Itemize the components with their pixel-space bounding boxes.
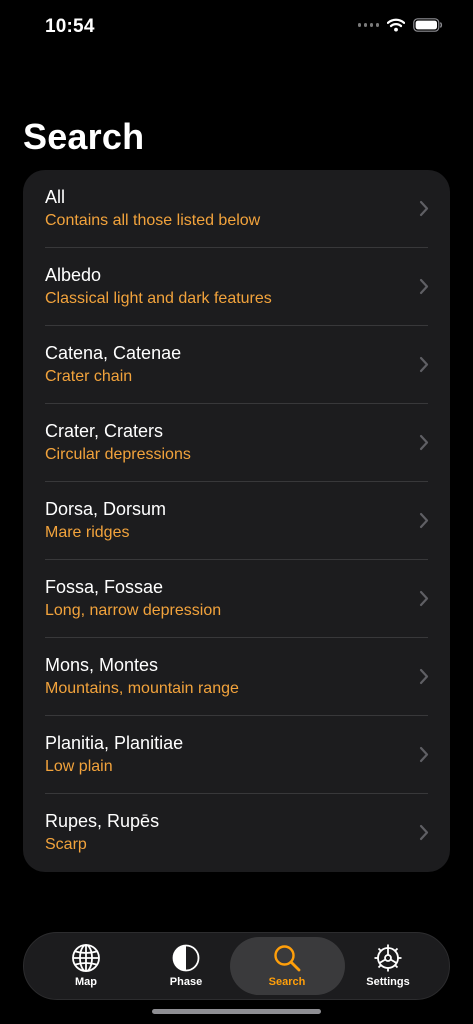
globe-icon — [72, 944, 100, 972]
tab-label: Search — [268, 976, 306, 988]
item-title: All — [45, 187, 66, 207]
list-item-mons[interactable]: Mons, Montes Mountains, mountain range — [23, 638, 450, 716]
item-title: Fossa, Fossae — [45, 577, 164, 597]
tab-map[interactable]: Map — [36, 933, 136, 999]
item-title: Rupes, Rupēs — [45, 811, 160, 831]
item-subtitle: Circular depressions — [45, 446, 191, 463]
list-item-all[interactable]: All Contains all those listed below — [23, 170, 450, 248]
tab-phase[interactable]: Phase — [136, 933, 236, 999]
chevron-right-icon — [419, 200, 429, 217]
home-indicator — [152, 1009, 321, 1014]
magnifier-icon — [274, 945, 301, 972]
tab-search[interactable]: Search — [237, 933, 337, 999]
item-subtitle: Contains all those listed below — [45, 212, 261, 229]
list-item-rupes[interactable]: Rupes, Rupēs Scarp — [23, 794, 450, 872]
moon-phase-icon — [172, 944, 200, 972]
tab-label: Map — [75, 976, 97, 988]
item-subtitle: Crater chain — [45, 368, 133, 385]
item-subtitle: Low plain — [45, 758, 113, 775]
chevron-right-icon — [419, 434, 429, 451]
tab-label: Phase — [169, 976, 203, 988]
search-category-list: All Contains all those listed below Albe… — [23, 170, 450, 872]
list-item-dorsa[interactable]: Dorsa, Dorsum Mare ridges — [23, 482, 450, 560]
status-icons — [357, 18, 444, 32]
item-title: Catena, Catenae — [45, 343, 182, 363]
chevron-right-icon — [419, 824, 429, 841]
chevron-right-icon — [419, 668, 429, 685]
list-item-catena[interactable]: Catena, Catenae Crater chain — [23, 326, 450, 404]
list-item-fossa[interactable]: Fossa, Fossae Long, narrow depression — [23, 560, 450, 638]
list-item-albedo[interactable]: Albedo Classical light and dark features — [23, 248, 450, 326]
chevron-right-icon — [419, 356, 429, 373]
list-item-planitia[interactable]: Planitia, Planitiae Low plain — [23, 716, 450, 794]
item-subtitle: Mare ridges — [45, 524, 130, 541]
item-title: Dorsa, Dorsum — [45, 499, 167, 519]
cellular-signal-icon — [357, 23, 379, 27]
item-title: Albedo — [45, 265, 102, 285]
status-bar: 10:54 — [0, 0, 473, 54]
chevron-right-icon — [419, 512, 429, 529]
tab-bar: Map Phase Search Settings — [23, 932, 450, 1000]
item-subtitle: Mountains, mountain range — [45, 680, 239, 697]
wifi-icon — [387, 18, 405, 32]
item-title: Mons, Montes — [45, 655, 159, 675]
item-subtitle: Long, narrow depression — [45, 602, 222, 619]
item-title: Planitia, Planitiae — [45, 733, 184, 753]
item-title: Crater, Craters — [45, 421, 164, 441]
item-subtitle: Classical light and dark features — [45, 290, 272, 307]
status-time: 10:54 — [45, 16, 95, 37]
gear-icon — [374, 944, 402, 972]
tab-label: Settings — [366, 976, 410, 988]
list-item-crater[interactable]: Crater, Craters Circular depressions — [23, 404, 450, 482]
page-title: Search — [23, 116, 145, 157]
battery-icon — [413, 18, 443, 32]
tab-settings[interactable]: Settings — [338, 933, 438, 999]
item-subtitle: Scarp — [45, 836, 87, 853]
chevron-right-icon — [419, 278, 429, 295]
chevron-right-icon — [419, 746, 429, 763]
chevron-right-icon — [419, 590, 429, 607]
